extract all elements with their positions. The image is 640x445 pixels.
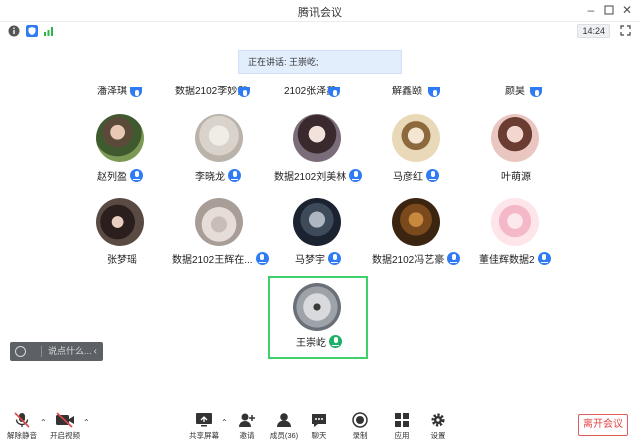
share-screen-label: 共享屏幕 xyxy=(189,431,219,440)
record-icon xyxy=(352,412,368,428)
avatar[interactable] xyxy=(392,198,440,246)
share-screen-button[interactable]: 共享屏幕 xyxy=(184,412,224,444)
partial-row-name: 2102张泽鑫 xyxy=(284,86,337,97)
speaking-banner: 正在讲话: 王崇屹; xyxy=(238,50,402,74)
smiley-icon[interactable] xyxy=(15,346,26,357)
unmute-button[interactable]: 解除静音 xyxy=(2,412,42,444)
participant-name: 王崇屹 xyxy=(296,337,326,349)
collapse-arrow-icon[interactable]: ‹ xyxy=(94,342,97,361)
partial-row-name: 潘泽琪 xyxy=(97,86,127,97)
participant-name: 叶萌源 xyxy=(501,171,531,183)
participant-label: 数据2102冯艺豪 xyxy=(372,251,461,266)
signal-icon[interactable] xyxy=(43,25,55,37)
mic-icon xyxy=(228,168,241,182)
avatar[interactable] xyxy=(293,114,341,162)
mic-icon xyxy=(328,251,341,265)
window-title: 腾讯会议 xyxy=(298,7,342,19)
participant-label: 王崇屹 xyxy=(296,334,342,349)
start-video-label: 开启视频 xyxy=(50,431,80,440)
shield-icon[interactable] xyxy=(26,25,38,37)
partial-row-name: 解鑫颐 xyxy=(392,86,422,97)
participant-label: 赵列盈 xyxy=(97,168,143,183)
participant-label: 张梦瑶 xyxy=(107,251,137,266)
title-bar: 腾讯会议 – ✕ xyxy=(0,0,640,22)
invite-button[interactable]: 邀请 xyxy=(227,412,267,444)
participant-label: 叶萌源 xyxy=(501,168,531,183)
partial-row-name: 数据2102李妙然 xyxy=(175,86,248,97)
record-button[interactable]: 录制 xyxy=(340,412,380,444)
participant-name: 董佳辉数据2 xyxy=(479,254,535,266)
mic-icon xyxy=(426,168,439,182)
avatar[interactable] xyxy=(491,114,539,162)
avatar[interactable] xyxy=(293,283,341,331)
maximize-icon[interactable] xyxy=(602,3,616,17)
members-icon xyxy=(277,413,291,427)
participant-name: 数据2102冯艺豪 xyxy=(372,254,445,266)
avatar[interactable] xyxy=(96,114,144,162)
settings-label: 设置 xyxy=(430,431,446,440)
unmute-label: 解除静音 xyxy=(7,431,37,440)
fullscreen-icon[interactable] xyxy=(620,25,631,36)
members-label: 成员(36) xyxy=(269,431,299,440)
chat-label: 聊天 xyxy=(311,431,327,440)
members-button[interactable]: 成员(36) xyxy=(264,412,304,444)
mic-icon xyxy=(349,168,363,182)
participant-name: 数据2102刘美林 xyxy=(274,171,347,183)
chat-button[interactable]: 聊天 xyxy=(299,412,339,444)
divider xyxy=(41,346,42,357)
mic-icon xyxy=(537,251,551,265)
apps-button[interactable]: 应用 xyxy=(382,412,422,444)
apps-label: 应用 xyxy=(394,431,410,440)
mic-speaking-icon xyxy=(329,334,342,348)
mic-muted-icon xyxy=(14,412,30,428)
meeting-toolbar: 解除静音 ⌃ 开启视频 ⌃ 共享屏幕 ⌃ 邀请 成员(36) 聊天 录制 应用 … xyxy=(0,404,640,445)
chat-icon xyxy=(312,414,326,427)
invite-label: 邀请 xyxy=(239,431,255,440)
info-icon[interactable] xyxy=(8,25,20,37)
record-label: 录制 xyxy=(352,431,368,440)
avatar[interactable] xyxy=(96,198,144,246)
video-off-icon xyxy=(56,412,74,428)
share-screen-icon xyxy=(196,413,212,427)
participant-label: 数据2102刘美林 xyxy=(274,168,363,183)
participant-name: 张梦瑶 xyxy=(107,254,137,266)
participant-label: 马梦宇 xyxy=(295,251,341,266)
apps-icon xyxy=(395,413,409,427)
avatar[interactable] xyxy=(195,198,243,246)
avatar[interactable] xyxy=(491,198,539,246)
participant-label: 数据2102王辉在... xyxy=(172,251,269,266)
close-icon[interactable]: ✕ xyxy=(620,3,634,17)
participant-name: 数据2102王辉在... xyxy=(172,254,253,266)
participant-label: 董佳辉数据2 xyxy=(479,251,551,266)
add-user-icon xyxy=(239,413,255,427)
minimize-icon[interactable]: – xyxy=(584,3,598,17)
leave-meeting-button[interactable]: 离开会议 xyxy=(578,414,628,436)
chevron-up-icon[interactable]: ⌃ xyxy=(83,418,90,427)
status-bar: 14:24 xyxy=(0,22,640,40)
avatar[interactable] xyxy=(392,114,440,162)
chat-quick-input[interactable]: 说点什么... ‹ xyxy=(10,342,103,361)
settings-button[interactable]: 设置 xyxy=(418,412,458,444)
participant-name: 马彦红 xyxy=(393,171,423,183)
participant-name: 李晓龙 xyxy=(195,171,225,183)
meeting-clock: 14:24 xyxy=(577,24,610,38)
mic-icon xyxy=(255,251,269,265)
participant-name: 马梦宇 xyxy=(295,254,325,266)
chat-placeholder: 说点什么... xyxy=(48,346,92,356)
avatar[interactable] xyxy=(195,114,243,162)
start-video-button[interactable]: 开启视频 xyxy=(45,412,85,444)
mic-icon xyxy=(130,168,143,182)
mic-icon xyxy=(447,251,461,265)
participant-name: 赵列盈 xyxy=(97,171,127,183)
avatar[interactable] xyxy=(293,198,341,246)
participant-label: 李晓龙 xyxy=(195,168,241,183)
gear-icon xyxy=(431,413,445,427)
participant-label: 马彦红 xyxy=(393,168,439,183)
